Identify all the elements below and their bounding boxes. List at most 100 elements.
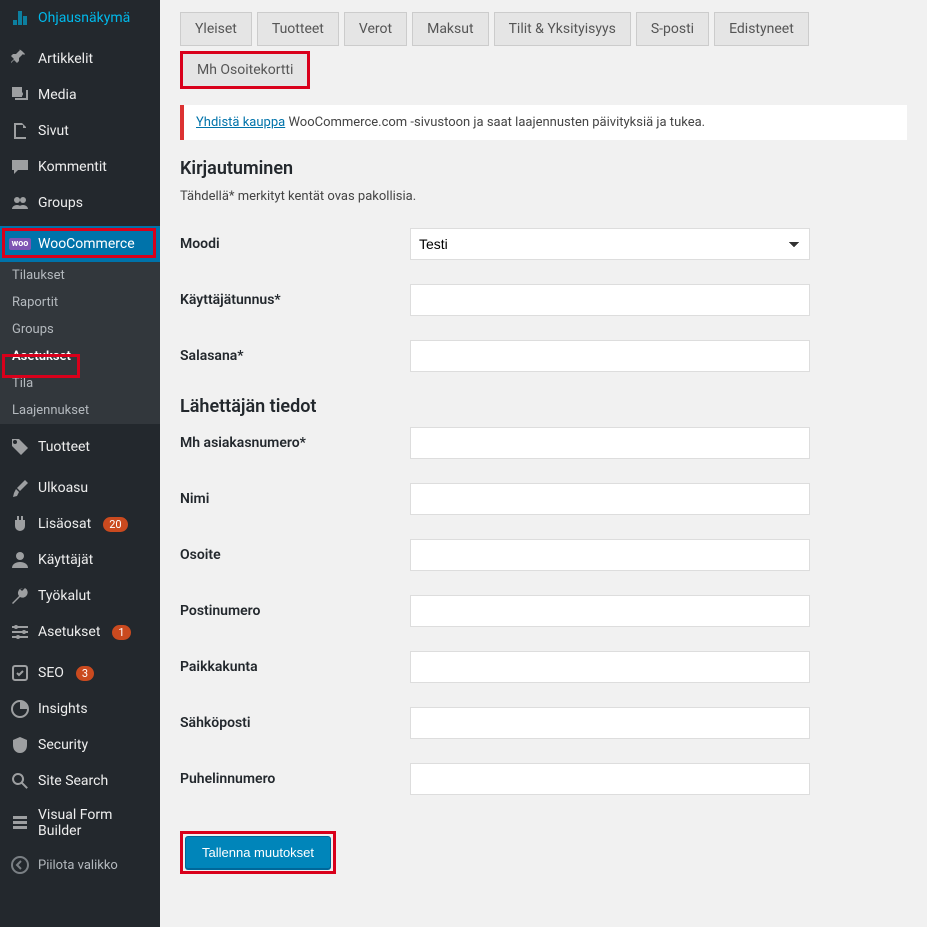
tag-icon xyxy=(10,437,30,457)
sidebar-item-sitesearch[interactable]: Site Search xyxy=(0,763,160,799)
sidebar-label: WooCommerce xyxy=(38,236,135,252)
sidebar-item-seo[interactable]: SEO 3 xyxy=(0,655,160,691)
submenu-item-tila[interactable]: Tila xyxy=(0,370,160,397)
badge: 3 xyxy=(76,666,94,681)
save-highlight: Tallenna muutokset xyxy=(180,831,336,874)
seo-icon xyxy=(10,663,30,683)
sidebar-label: Sivut xyxy=(38,123,69,139)
sidebar-item-kommentit[interactable]: Kommentit xyxy=(0,149,160,185)
badge: 1 xyxy=(112,625,130,640)
sidebar-label: Asetukset xyxy=(38,624,100,640)
connect-link[interactable]: Yhdistä kauppa xyxy=(196,115,285,130)
label-paikkakunta: Paikkakunta xyxy=(180,659,410,675)
sidebar-label: Tuotteet xyxy=(38,439,90,455)
brush-icon xyxy=(10,478,30,498)
sidebar-label: Työkalut xyxy=(38,588,91,604)
submenu-item-laajennukset[interactable]: Laajennukset xyxy=(0,397,160,424)
sidebar-item-tykalut[interactable]: Työkalut xyxy=(0,578,160,614)
sender-input-paikkakunta[interactable] xyxy=(410,651,810,683)
submenu-item-asetukset[interactable]: Asetukset xyxy=(0,343,160,370)
field-kyttjtunnus xyxy=(410,284,810,316)
sidebar-item-groups[interactable]: Groups xyxy=(0,185,160,221)
connect-notice: Yhdistä kauppa WooCommerce.com -sivustoo… xyxy=(180,105,907,140)
sidebar-label: Artikkelit xyxy=(38,51,93,67)
sidebar-item-artikkelit[interactable]: Artikkelit xyxy=(0,41,160,77)
tab-mhosoitekortti[interactable]: Mh Osoitekortti xyxy=(180,51,310,89)
login-input-salasana[interactable] xyxy=(410,340,810,372)
section-sender-title: Lähettäjän tiedot xyxy=(180,396,907,417)
badge: 20 xyxy=(103,517,127,532)
form-row-shkposti: Sähköposti xyxy=(180,707,907,739)
sidebar-label: Insights xyxy=(38,701,88,717)
sender-input-mhasiakasnumero[interactable] xyxy=(410,427,810,459)
tab-edistyneet[interactable]: Edistyneet xyxy=(714,12,809,46)
field-salasana xyxy=(410,340,810,372)
sidebar-item-media[interactable]: Media xyxy=(0,77,160,113)
sender-input-shkposti[interactable] xyxy=(410,707,810,739)
tab-maksut[interactable]: Maksut xyxy=(412,12,488,46)
sender-input-osoite[interactable] xyxy=(410,539,810,571)
sidebar-item-ulkoasu[interactable]: Ulkoasu xyxy=(0,470,160,506)
tab-tuotteet[interactable]: Tuotteet xyxy=(257,12,339,46)
sidebar-item-visualformbuilder[interactable]: Visual Form Builder xyxy=(0,799,160,847)
sidebar-item-asetukset[interactable]: Asetukset 1 xyxy=(0,614,160,650)
tab-yleiset[interactable]: Yleiset xyxy=(180,12,252,46)
field-paikkakunta xyxy=(410,651,810,683)
form-row-salasana: Salasana* xyxy=(180,340,907,372)
field-moodi: Testi xyxy=(410,228,810,260)
sidebar-item-woocommerce[interactable]: woo WooCommerce xyxy=(0,226,160,262)
sender-input-puhelinnumero[interactable] xyxy=(410,763,810,795)
media-icon xyxy=(10,85,30,105)
sidebar-label: Security xyxy=(38,737,88,753)
save-button[interactable]: Tallenna muutokset xyxy=(185,836,331,869)
tab-tilityksityisyys[interactable]: Tilit & Yksityisyys xyxy=(494,12,631,46)
sidebar-item-insights[interactable]: Insights xyxy=(0,691,160,727)
comment-icon xyxy=(10,157,30,177)
sender-input-nimi[interactable] xyxy=(410,483,810,515)
woo-icon: woo xyxy=(10,234,30,254)
field-mhasiakasnumero xyxy=(410,427,810,459)
label-nimi: Nimi xyxy=(180,491,410,507)
sidebar-item-security[interactable]: Security xyxy=(0,727,160,763)
label-shkposti: Sähköposti xyxy=(180,715,410,731)
label-postinumero: Postinumero xyxy=(180,603,410,619)
plugin-icon xyxy=(10,514,30,534)
sidebar-label: Groups xyxy=(38,195,83,211)
submenu-item-tilaukset[interactable]: Tilaukset xyxy=(0,262,160,289)
field-shkposti xyxy=(410,707,810,739)
sidebar-label: Käyttäjät xyxy=(38,552,93,568)
tab-verot[interactable]: Verot xyxy=(344,12,407,46)
sidebar-item-sivut[interactable]: Sivut xyxy=(0,113,160,149)
collapse-menu[interactable]: Piilota valikko xyxy=(0,847,160,883)
label-moodi: Moodi xyxy=(180,236,410,252)
sidebar-label: Ohjausnäkymä xyxy=(38,10,130,26)
sidebar-label: Lisäosat xyxy=(38,516,91,532)
main-content: YleisetTuotteetVerotMaksutTilit & Yksity… xyxy=(160,0,927,927)
login-input-kyttjtunnus[interactable] xyxy=(410,284,810,316)
page-icon xyxy=(10,121,30,141)
sidebar-item-tuotteet[interactable]: Tuotteet xyxy=(0,429,160,465)
tab-sposti[interactable]: S-posti xyxy=(636,12,709,46)
field-osoite xyxy=(410,539,810,571)
admin-sidebar: Ohjausnäkymä Artikkelit Media Sivut Komm… xyxy=(0,0,160,927)
login-select-moodi[interactable]: Testi xyxy=(410,228,810,260)
sidebar-label: Ulkoasu xyxy=(38,480,88,496)
sidebar-item-ohjausnkym[interactable]: Ohjausnäkymä xyxy=(0,0,160,36)
label-osoite: Osoite xyxy=(180,547,410,563)
sidebar-label: Media xyxy=(38,87,77,103)
tool-icon xyxy=(10,586,30,606)
form-row-puhelinnumero: Puhelinnumero xyxy=(180,763,907,795)
submenu-item-raportit[interactable]: Raportit xyxy=(0,289,160,316)
sidebar-item-lisosat[interactable]: Lisäosat 20 xyxy=(0,506,160,542)
settings-icon xyxy=(10,622,30,642)
settings-tabs: YleisetTuotteetVerotMaksutTilit & Yksity… xyxy=(180,0,907,105)
submenu-item-groups[interactable]: Groups xyxy=(0,316,160,343)
sender-input-postinumero[interactable] xyxy=(410,595,810,627)
sidebar-label: Site Search xyxy=(38,773,108,789)
dashboard-icon xyxy=(10,8,30,28)
shield-icon xyxy=(10,735,30,755)
sidebar-label: Visual Form Builder xyxy=(38,807,150,839)
insights-icon xyxy=(10,699,30,719)
sidebar-item-kyttjt[interactable]: Käyttäjät xyxy=(0,542,160,578)
form-row-kyttjtunnus: Käyttäjätunnus* xyxy=(180,284,907,316)
